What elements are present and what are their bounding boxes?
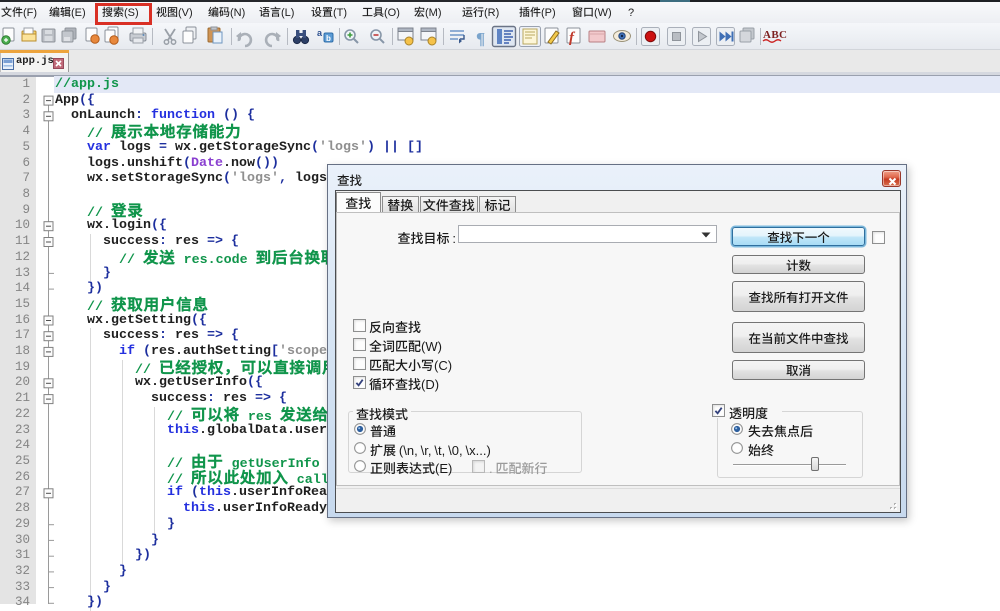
svg-text:¶: ¶	[476, 29, 485, 48]
svg-text:a: a	[317, 28, 323, 38]
svg-text:b: b	[326, 34, 331, 43]
